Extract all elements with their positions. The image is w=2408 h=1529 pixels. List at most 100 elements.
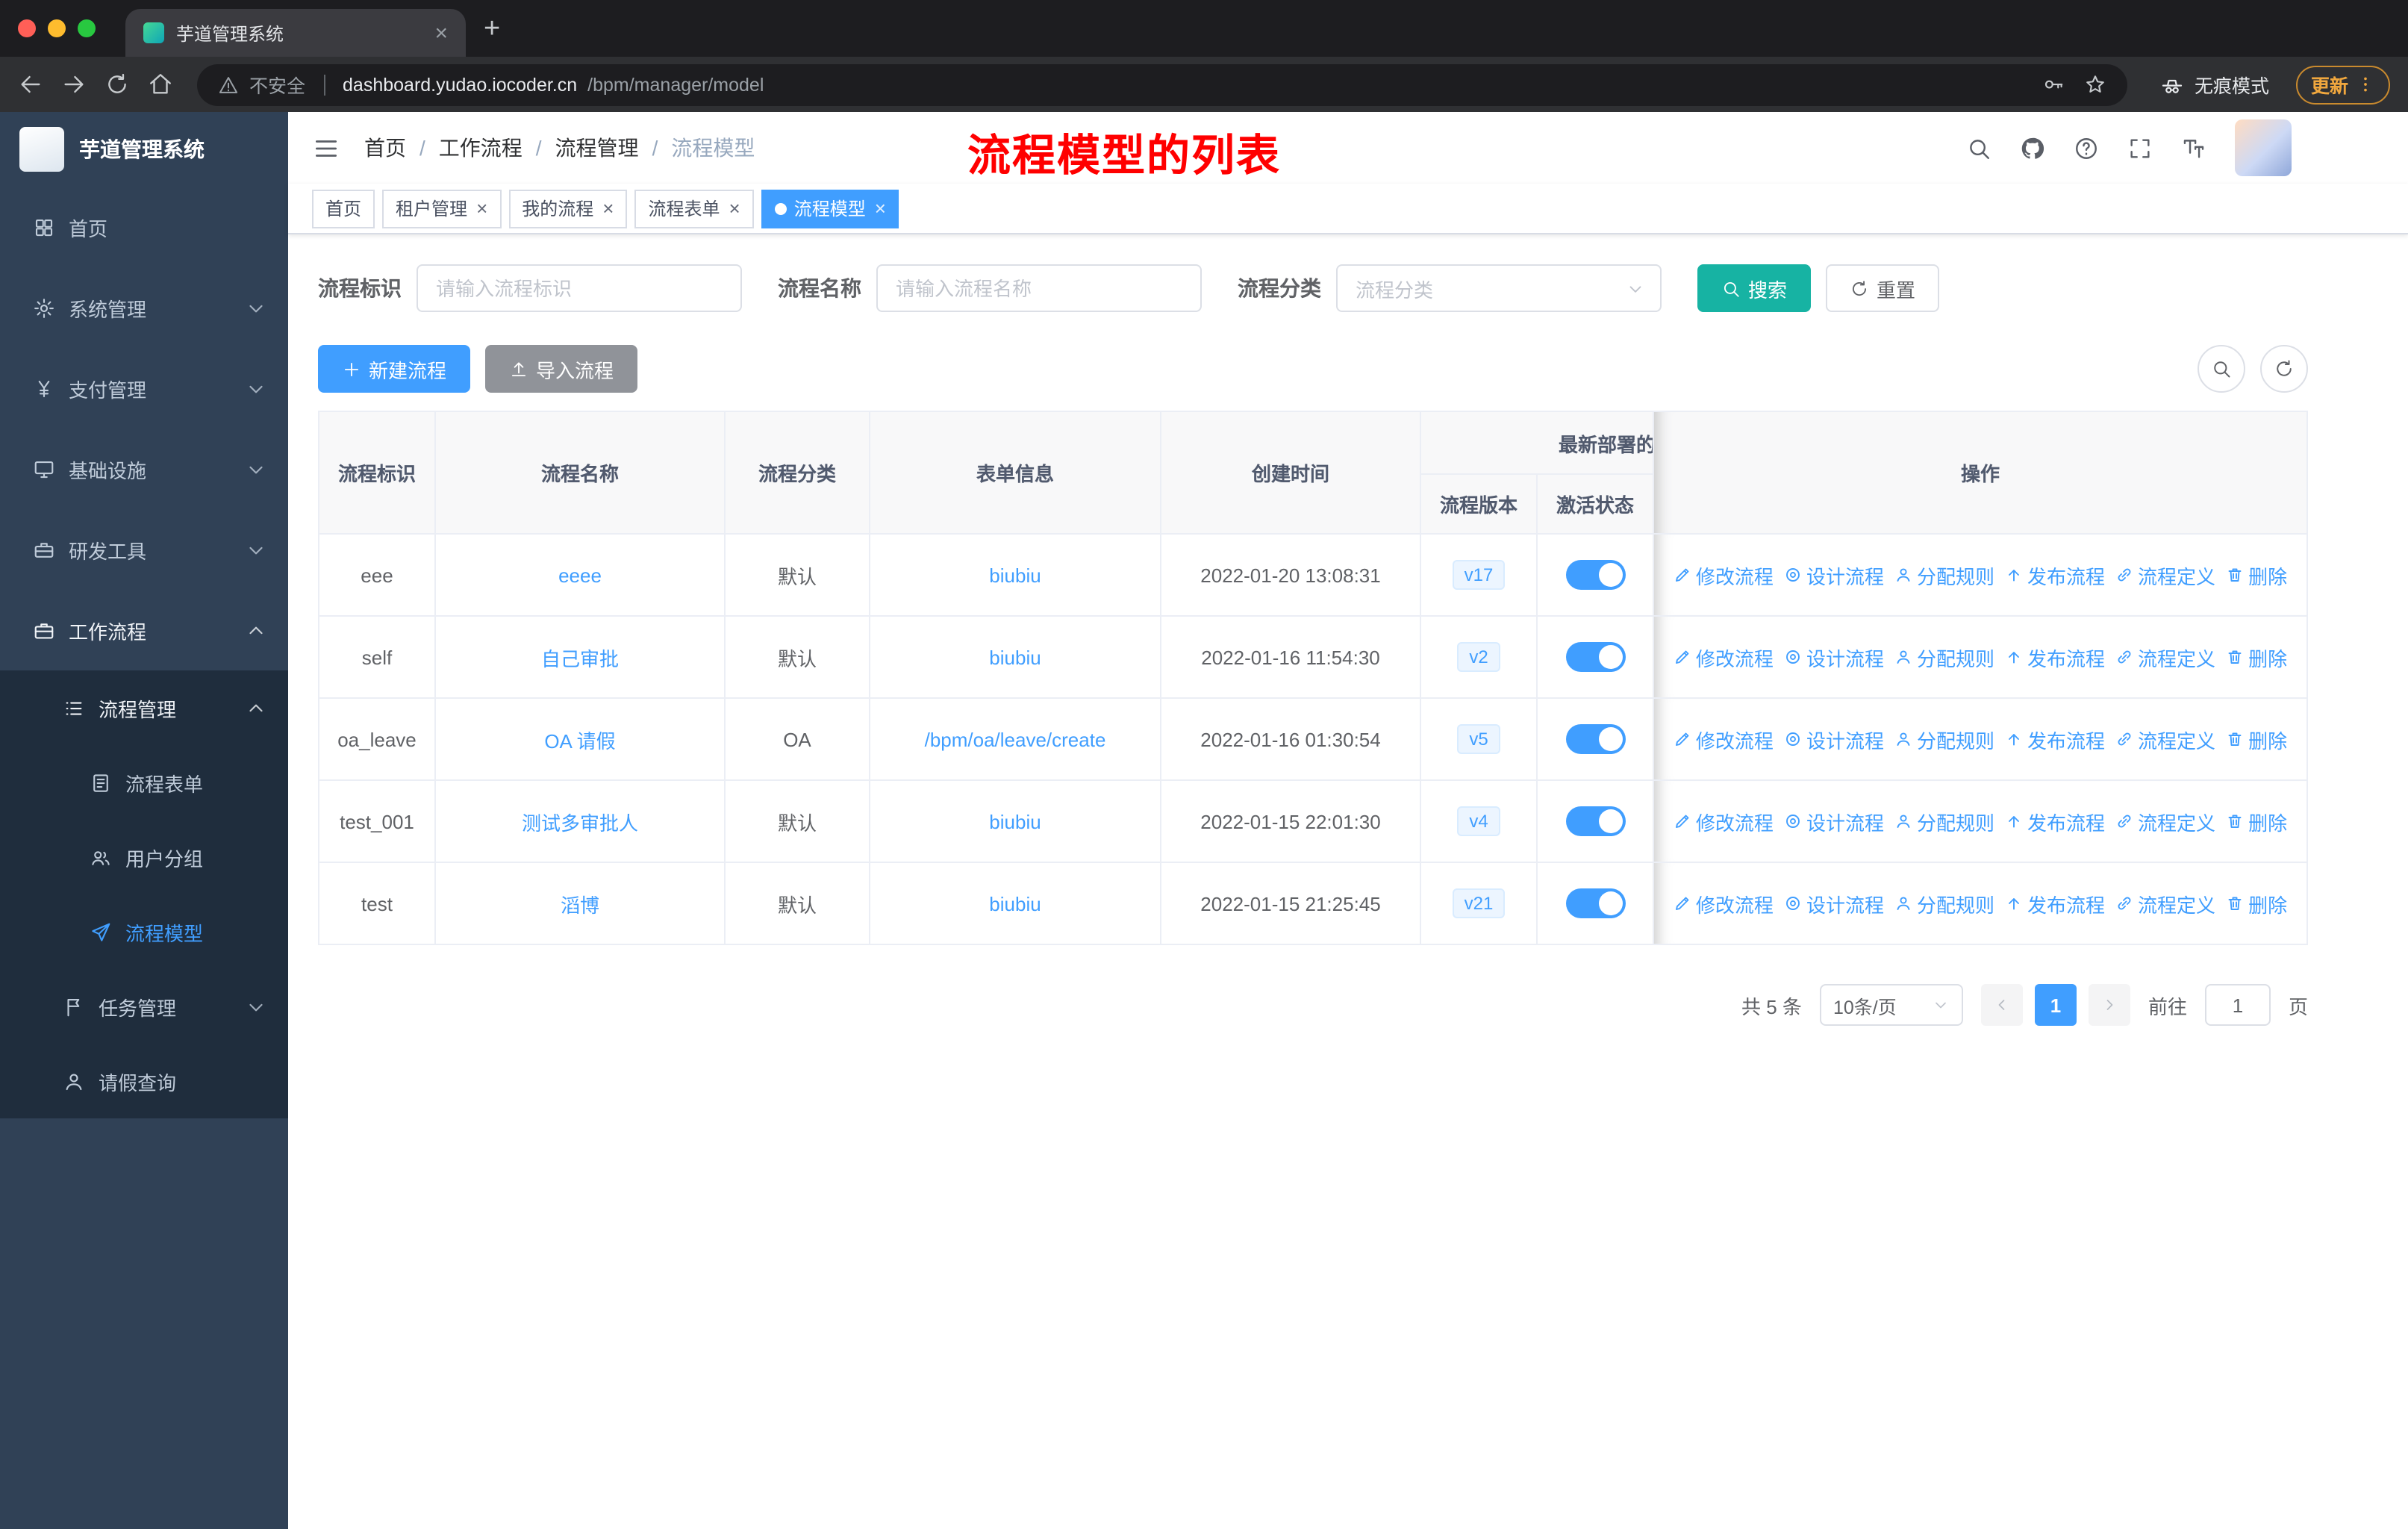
active-toggle[interactable] — [1565, 560, 1625, 590]
category-select[interactable]: 流程分类 — [1336, 264, 1662, 312]
action-edit-link[interactable]: 修改流程 — [1674, 807, 1774, 835]
toggle-search-button[interactable] — [2198, 345, 2245, 393]
address-bar[interactable]: 不安全 dashboard.yudao.iocoder.cn /bpm/mana… — [197, 63, 2127, 105]
active-toggle[interactable] — [1565, 642, 1625, 672]
goto-page-input[interactable] — [2204, 984, 2271, 1026]
password-key-icon[interactable] — [2042, 73, 2065, 96]
close-icon[interactable]: × — [729, 199, 740, 218]
view-tag[interactable]: 租户管理 × — [382, 189, 502, 228]
help-icon[interactable] — [2074, 135, 2099, 161]
view-tag[interactable]: 流程模型 × — [761, 189, 899, 228]
close-window-button[interactable] — [18, 19, 36, 37]
action-publish-link[interactable]: 发布流程 — [2005, 889, 2105, 918]
view-tag[interactable]: 流程表单 × — [634, 189, 754, 228]
action-trash-link[interactable]: 删除 — [2226, 561, 2287, 589]
breadcrumb-item[interactable]: 流程管理 — [555, 133, 639, 163]
sidebar-toggle-icon[interactable] — [312, 134, 340, 162]
sidebar-item-system[interactable]: 系统管理 — [0, 267, 288, 348]
prev-page-button[interactable] — [1980, 984, 2023, 1026]
font-size-icon[interactable] — [2181, 135, 2206, 161]
fullscreen-icon[interactable] — [2127, 135, 2153, 161]
browser-update-button[interactable]: 更新 — [2295, 65, 2390, 104]
action-user-link[interactable]: 分配规则 — [1894, 807, 1994, 835]
action-trash-link[interactable]: 删除 — [2226, 643, 2287, 671]
breadcrumb-item[interactable]: 首页 — [364, 133, 406, 163]
action-link-link[interactable]: 流程定义 — [2115, 643, 2215, 671]
sidebar-item-infra[interactable]: 基础设施 — [0, 429, 288, 509]
action-edit-link[interactable]: 修改流程 — [1674, 643, 1774, 671]
tab-close-icon[interactable]: × — [428, 22, 454, 44]
action-publish-link[interactable]: 发布流程 — [2005, 807, 2105, 835]
close-icon[interactable]: × — [476, 199, 487, 218]
app-logo[interactable]: 芋道管理系统 — [0, 112, 288, 187]
page-size-select[interactable]: 10条/页 — [1819, 984, 1963, 1026]
action-edit-link[interactable]: 修改流程 — [1674, 561, 1774, 589]
current-page-button[interactable]: 1 — [2034, 984, 2077, 1026]
process-name-link[interactable]: 自己审批 — [541, 647, 619, 670]
create-process-button[interactable]: 新建流程 — [318, 345, 471, 393]
action-user-link[interactable]: 分配规则 — [1894, 889, 1994, 918]
action-link-link[interactable]: 流程定义 — [2115, 807, 2215, 835]
action-design-link[interactable]: 设计流程 — [1784, 643, 1884, 671]
form-info-link[interactable]: biubiu — [989, 646, 1041, 668]
action-design-link[interactable]: 设计流程 — [1784, 807, 1884, 835]
home-icon[interactable] — [148, 72, 173, 97]
action-trash-link[interactable]: 删除 — [2226, 807, 2287, 835]
security-label[interactable]: 不安全 — [249, 70, 305, 99]
active-toggle[interactable] — [1565, 888, 1625, 918]
form-info-link[interactable]: biubiu — [989, 564, 1041, 586]
sidebar-item-user-group[interactable]: 用户分组 — [0, 820, 288, 894]
forward-icon[interactable] — [61, 72, 87, 97]
sidebar-item-process-manage[interactable]: 流程管理 — [0, 670, 288, 745]
fullscreen-window-button[interactable] — [78, 19, 96, 37]
action-user-link[interactable]: 分配规则 — [1894, 643, 1994, 671]
process-name-link[interactable]: eeee — [558, 564, 602, 586]
sidebar-item-payment[interactable]: 支付管理 — [0, 348, 288, 429]
sidebar-item-home[interactable]: 首页 — [0, 187, 288, 267]
reload-icon[interactable] — [105, 72, 130, 97]
action-edit-link[interactable]: 修改流程 — [1674, 889, 1774, 918]
form-info-link[interactable]: biubiu — [989, 892, 1041, 915]
minimize-window-button[interactable] — [48, 19, 66, 37]
breadcrumb-item[interactable]: 工作流程 — [439, 133, 523, 163]
form-info-link[interactable]: /bpm/oa/leave/create — [925, 728, 1106, 750]
process-name-input[interactable] — [876, 264, 1202, 312]
github-icon[interactable] — [2020, 135, 2045, 161]
action-design-link[interactable]: 设计流程 — [1784, 725, 1884, 753]
action-link-link[interactable]: 流程定义 — [2115, 889, 2215, 918]
browser-tab[interactable]: 芋道管理系统 × — [125, 9, 466, 57]
action-design-link[interactable]: 设计流程 — [1784, 889, 1884, 918]
action-trash-link[interactable]: 删除 — [2226, 725, 2287, 753]
sidebar-item-process-model[interactable]: 流程模型 — [0, 894, 288, 969]
user-avatar[interactable] — [2235, 119, 2292, 176]
process-name-link[interactable]: 滔博 — [561, 894, 599, 916]
action-user-link[interactable]: 分配规则 — [1894, 725, 1994, 753]
search-button[interactable]: 搜索 — [1697, 264, 1812, 312]
view-tag[interactable]: 首页 — [312, 189, 375, 228]
next-page-button[interactable] — [2088, 984, 2130, 1026]
sidebar-item-devtools[interactable]: 研发工具 — [0, 509, 288, 590]
new-tab-button[interactable]: + — [484, 14, 500, 43]
sidebar-item-leave-query[interactable]: 请假查询 — [0, 1044, 288, 1118]
import-process-button[interactable]: 导入流程 — [485, 345, 638, 393]
action-publish-link[interactable]: 发布流程 — [2005, 643, 2105, 671]
sidebar-item-process-form[interactable]: 流程表单 — [0, 745, 288, 820]
action-publish-link[interactable]: 发布流程 — [2005, 561, 2105, 589]
process-name-link[interactable]: 测试多审批人 — [522, 812, 638, 834]
action-link-link[interactable]: 流程定义 — [2115, 725, 2215, 753]
bookmark-star-icon[interactable] — [2084, 73, 2106, 96]
process-id-input[interactable] — [417, 264, 742, 312]
close-icon[interactable]: × — [875, 199, 886, 218]
process-name-link[interactable]: OA 请假 — [544, 729, 615, 752]
action-link-link[interactable]: 流程定义 — [2115, 561, 2215, 589]
security-warning-icon[interactable] — [218, 74, 239, 95]
view-tag[interactable]: 我的流程 × — [508, 189, 628, 228]
active-toggle[interactable] — [1565, 724, 1625, 754]
kebab-menu-icon[interactable] — [2356, 75, 2375, 94]
back-icon[interactable] — [18, 72, 43, 97]
action-trash-link[interactable]: 删除 — [2226, 889, 2287, 918]
reset-button[interactable]: 重置 — [1826, 264, 1940, 312]
active-toggle[interactable] — [1565, 806, 1625, 836]
sidebar-item-workflow[interactable]: 工作流程 — [0, 590, 288, 670]
action-edit-link[interactable]: 修改流程 — [1674, 725, 1774, 753]
